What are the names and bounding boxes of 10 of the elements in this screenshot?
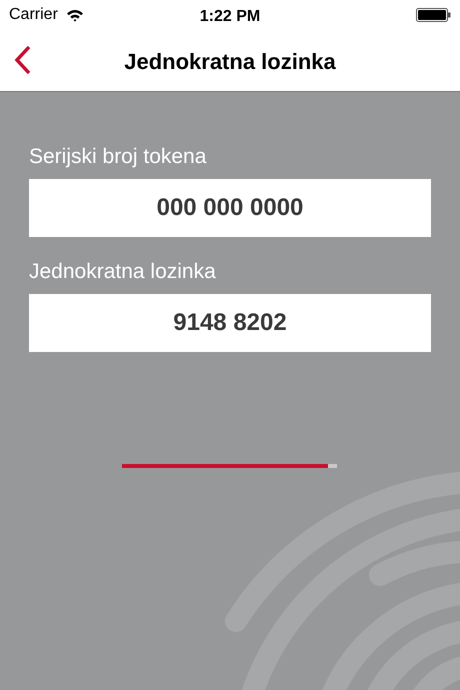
value-field: 9148 8202 (29, 294, 431, 352)
wifi-icon (66, 8, 84, 22)
screen-title: Jednokratna lozinka (124, 48, 336, 76)
battery-icon (416, 8, 451, 22)
back-chevron-icon (14, 45, 32, 75)
clock-time: 1:22 PM (200, 7, 260, 27)
field-label: Serijski broj tokena (29, 144, 208, 170)
value-field: 000 000 0000 (29, 179, 431, 237)
field-label: Jednokratna lozinka (29, 259, 217, 285)
carrier-name: Carrier (9, 5, 58, 25)
